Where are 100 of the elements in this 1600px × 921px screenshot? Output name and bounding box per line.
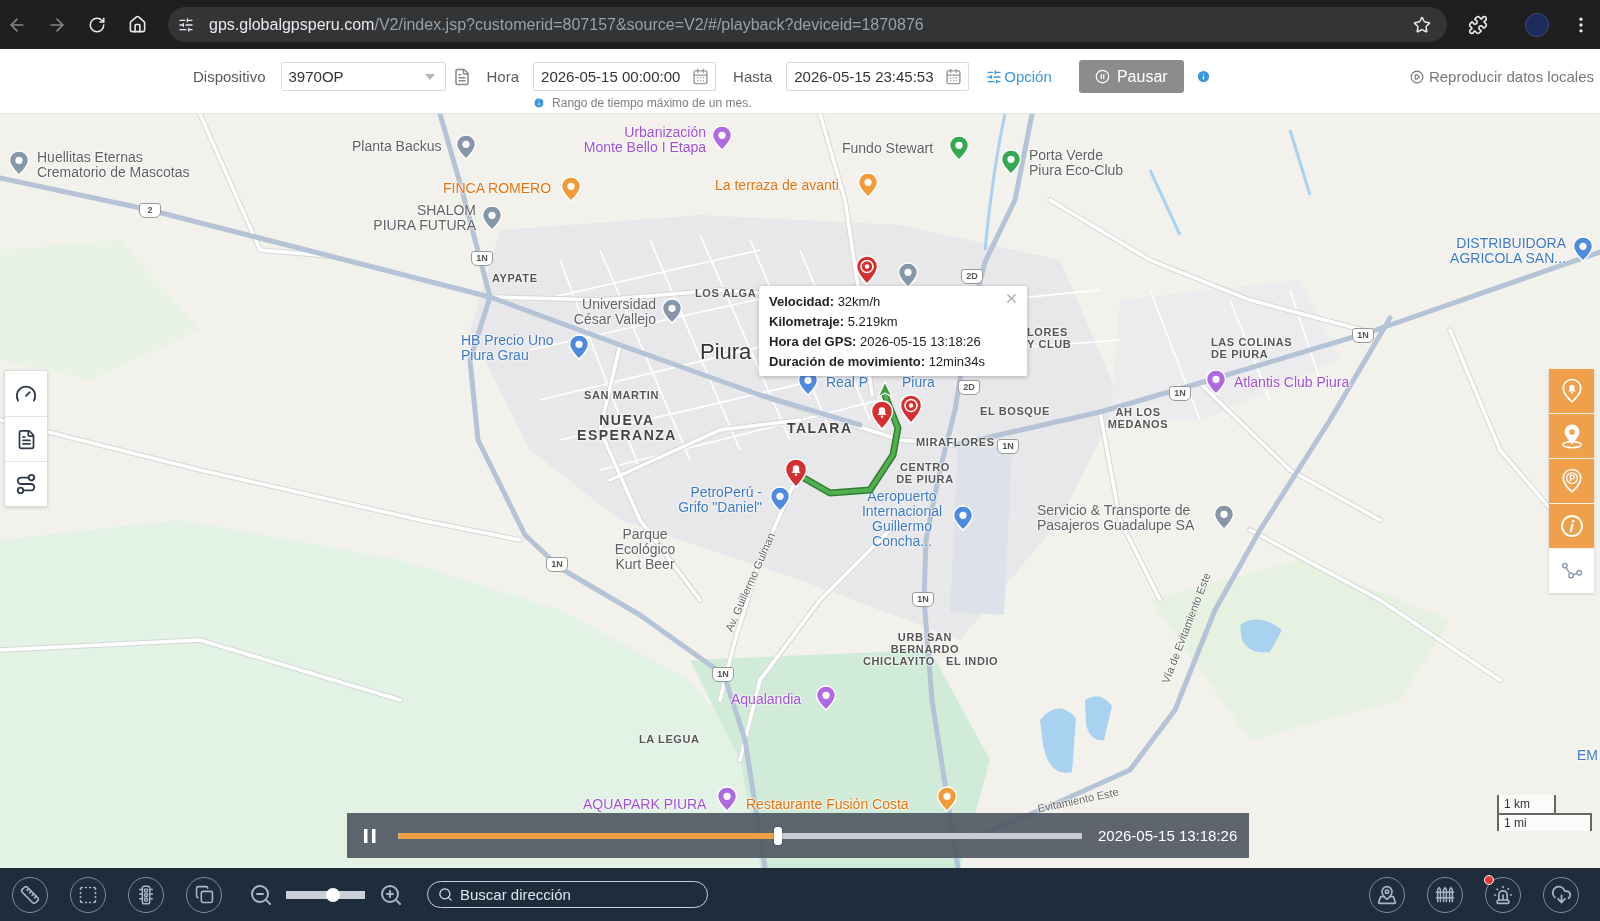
play-icon bbox=[1409, 69, 1424, 84]
map-marker-icon[interactable] bbox=[769, 486, 791, 512]
area-label: EL BOSQUE bbox=[980, 405, 1050, 417]
map-marker-icon[interactable] bbox=[455, 134, 477, 160]
place-label: HB Precio Uno Piura Grau bbox=[461, 333, 554, 363]
pause-icon[interactable] bbox=[361, 826, 379, 845]
place-label: Planta Backus bbox=[352, 139, 442, 154]
document-icon[interactable] bbox=[452, 67, 471, 86]
pond bbox=[1240, 619, 1282, 653]
map-marker-icon[interactable] bbox=[857, 172, 879, 198]
place-label: Piura bbox=[902, 375, 935, 390]
route-shield: 1N bbox=[912, 592, 934, 607]
map-marker-icon[interactable] bbox=[1213, 504, 1235, 530]
layer-toggle-button[interactable] bbox=[1549, 549, 1594, 593]
search-icon bbox=[438, 887, 453, 902]
layer-toggle-button[interactable] bbox=[1549, 504, 1594, 548]
from-label: Hora bbox=[486, 67, 520, 87]
place-label: EM bbox=[1577, 748, 1598, 763]
calendar-icon bbox=[945, 68, 963, 85]
map-marker-icon[interactable] bbox=[8, 150, 30, 176]
pin-marker-icon[interactable] bbox=[855, 255, 879, 285]
device-select[interactable]: 3970OP bbox=[280, 62, 446, 91]
map-marker-icon[interactable] bbox=[661, 298, 683, 324]
area-label: URB SAN BERNARDO bbox=[890, 631, 960, 655]
bell-marker-icon[interactable] bbox=[784, 458, 808, 488]
slider-thumb[interactable] bbox=[326, 887, 341, 902]
route-icon bbox=[15, 473, 37, 495]
place-label: Huellitas Eternas Crematorio de Mascotas bbox=[37, 150, 190, 180]
street-label: Evitamiento Este bbox=[1036, 785, 1120, 815]
map-marker-icon[interactable] bbox=[1000, 149, 1022, 175]
popup-row-text: Duración de movimiento: 12min34s bbox=[769, 353, 985, 371]
area-icon bbox=[78, 884, 98, 905]
side-tool-button[interactable] bbox=[5, 416, 47, 461]
place-label: Universidad César Vallejo bbox=[573, 297, 656, 327]
reload-icon[interactable] bbox=[88, 15, 106, 34]
ruler-icon bbox=[20, 884, 40, 905]
route-shield: 1N bbox=[471, 251, 493, 266]
place-label: La terraza de avanti bbox=[715, 178, 839, 193]
device-label: Dispositivo bbox=[193, 67, 266, 87]
notification-dot bbox=[1484, 874, 1494, 885]
map-marker-icon[interactable] bbox=[1205, 369, 1227, 395]
zoom-in-icon[interactable] bbox=[379, 882, 403, 907]
map-marker-icon[interactable] bbox=[952, 505, 974, 531]
site-settings-icon[interactable] bbox=[178, 16, 194, 33]
popup-row-text: Velocidad: 32km/h bbox=[769, 293, 881, 311]
pin-marker-icon[interactable] bbox=[899, 394, 923, 424]
map-marker-icon[interactable] bbox=[716, 786, 738, 812]
route-shield: 1N bbox=[997, 439, 1019, 454]
map-marker-icon[interactable] bbox=[948, 135, 970, 161]
place-label: Servicio & Transporte de Pasajeros Guadalupe SA bbox=[1037, 503, 1195, 533]
scale-label: 1 mi bbox=[1497, 813, 1592, 831]
home-icon[interactable] bbox=[127, 15, 147, 34]
area-label: AH LOS MEDANOS bbox=[1107, 406, 1169, 430]
close-icon[interactable] bbox=[1004, 291, 1019, 306]
info-icon[interactable] bbox=[1195, 69, 1211, 84]
layer-toggle-button[interactable] bbox=[1549, 369, 1594, 413]
place-label: Parque Ecológico Kurt Beer bbox=[614, 527, 676, 572]
local-playback-button[interactable]: Reproducir datos locales bbox=[1409, 62, 1594, 91]
progress-thumb[interactable] bbox=[773, 826, 782, 845]
route-shield: 1N bbox=[712, 667, 734, 682]
popup-row-text: Hora del GPS: 2026-05-15 13:18:26 bbox=[769, 333, 981, 351]
place-label: AQUAPARK PIURA bbox=[583, 797, 707, 812]
hint-text: Rango de tiempo máximo de un mes. bbox=[552, 96, 752, 110]
place-label: Real P bbox=[826, 375, 869, 390]
side-tool-button[interactable] bbox=[5, 371, 47, 416]
area-label: MIRAFLORES bbox=[916, 436, 995, 448]
url-text: gps.globalgpsperu.com/V2/index.jsp?customerid=807157&source=V2/#/playback?deviceid=1870876 bbox=[209, 15, 924, 34]
area-label: LORES Y CLUB bbox=[1027, 326, 1072, 350]
map-marker-icon[interactable] bbox=[568, 334, 590, 360]
map-marker-icon[interactable] bbox=[1572, 236, 1594, 262]
area-label: CENTRO DE PIURA bbox=[896, 461, 954, 485]
route-shield: 2D bbox=[958, 380, 980, 395]
address-bar[interactable]: gps.globalgpsperu.com/V2/index.jsp?customerid=807157&source=V2/#/playback?deviceid=1870876 bbox=[168, 7, 1447, 42]
zoom-slider[interactable] bbox=[286, 887, 365, 902]
place-label: FINCA ROMERO bbox=[443, 181, 552, 196]
map-marker-icon[interactable] bbox=[936, 786, 958, 812]
layer-toggle-button[interactable] bbox=[1549, 459, 1594, 503]
area-label: LA LEGUA bbox=[639, 733, 700, 745]
popup-row-text: Kilometraje: 5.219km bbox=[769, 313, 898, 331]
location-pin-icon bbox=[1560, 423, 1583, 449]
bookmark-star-icon[interactable] bbox=[1413, 15, 1431, 34]
layer-toggle-button[interactable] bbox=[1549, 414, 1594, 458]
map-marker-icon[interactable] bbox=[560, 176, 582, 202]
map-marker-icon[interactable] bbox=[481, 205, 503, 231]
place-label: Urbanización Monte Bello I Etapa bbox=[583, 125, 706, 155]
map-marker-icon[interactable] bbox=[711, 125, 733, 151]
siren-icon bbox=[1493, 884, 1513, 905]
playback-time: 2026-05-15 13:18:26 bbox=[1098, 827, 1238, 844]
extensions-icon[interactable] bbox=[1468, 14, 1488, 35]
place-label: SHALOM PIURA FUTURA bbox=[373, 203, 476, 233]
calendar-icon bbox=[692, 68, 710, 85]
date-field[interactable]: 2026-05-15 23:45:53 bbox=[786, 62, 970, 91]
route-shield: 1N bbox=[1169, 386, 1191, 401]
map-marker-icon[interactable] bbox=[815, 685, 837, 711]
bell-marker-icon[interactable] bbox=[870, 400, 894, 430]
caret-icon bbox=[424, 73, 435, 80]
side-tool-button[interactable] bbox=[5, 461, 47, 506]
search-field[interactable]: Buscar dirección bbox=[427, 881, 708, 908]
zoom-out-icon[interactable] bbox=[249, 882, 273, 907]
date-field[interactable]: 2026-05-15 00:00:00 bbox=[533, 62, 717, 91]
